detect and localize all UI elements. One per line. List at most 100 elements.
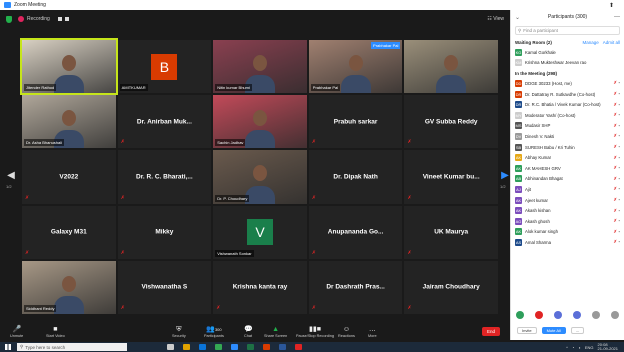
- faster-icon[interactable]: [572, 311, 581, 319]
- more-reactions-icon[interactable]: [591, 311, 600, 319]
- person-body-icon: [436, 75, 467, 94]
- slower-icon[interactable]: [554, 311, 563, 319]
- yes-icon[interactable]: [516, 311, 525, 319]
- participant-tile[interactable]: Prabhakar Pal Prabhakar Pal: [308, 40, 403, 94]
- more-options-button[interactable]: ...: [570, 326, 585, 334]
- participant-tile[interactable]: Dr. Asha Bhanushali: [22, 95, 116, 149]
- view-button[interactable]: ☷ View: [487, 16, 504, 22]
- participant-tile[interactable]: Anupananda Go... ✗: [308, 205, 403, 259]
- participant-row[interactable]: AK Alok kumar singh ✗ ▪: [511, 227, 624, 238]
- muted-mic-icon: ✗: [120, 249, 125, 256]
- participant-row[interactable]: AG Akash ghosh ✗ ▪: [511, 216, 624, 227]
- muted-mic-icon: ✗: [216, 304, 221, 311]
- file-explorer-icon[interactable]: [183, 344, 190, 350]
- security-button[interactable]: ⛨ Security: [172, 326, 186, 338]
- task-view-icon[interactable]: [167, 344, 174, 350]
- stop-recording-icon[interactable]: [64, 17, 69, 21]
- clear-icon[interactable]: [610, 311, 619, 319]
- encryption-shield-icon[interactable]: [6, 15, 12, 23]
- invite-button[interactable]: Invite: [517, 326, 537, 334]
- network-icon[interactable]: ◔: [572, 345, 574, 350]
- participant-row[interactable]: DV Dinesh V. Nakti ✗ ▪: [511, 131, 624, 142]
- volume-icon[interactable]: ◖: [578, 345, 580, 350]
- person-head-icon: [61, 110, 76, 127]
- participant-tile[interactable]: Sachin Jadhav: [213, 95, 307, 149]
- chat-button[interactable]: 💬 Chat: [244, 326, 253, 338]
- participant-row[interactable]: AJ Ajit ✗ ▪: [511, 184, 624, 195]
- participant-tile[interactable]: UK Maurya ✗: [404, 205, 498, 259]
- share-screen-button[interactable]: ▲ Share Screen: [264, 326, 287, 338]
- participant-row[interactable]: KG Kamal Gorkhale: [511, 47, 624, 58]
- participant-row[interactable]: DR Dr. Dattatray R. Sutkavdhe (Co-host) ✗ …: [511, 89, 624, 100]
- participant-tile[interactable]: Nitin kumar Bhumi: [213, 40, 307, 94]
- participant-tile[interactable]: B AMITKUMAR: [117, 40, 212, 94]
- panel-footer: Invite Mute All ...: [511, 324, 624, 336]
- muted-mic-icon: ✗: [613, 122, 618, 128]
- participant-row[interactable]: AS Amal Sharma ✗ ▪: [511, 237, 624, 248]
- participant-row[interactable]: AK AK MAHESH GRV ✗ ▪: [511, 163, 624, 174]
- participant-tile[interactable]: GV Subba Reddy ✗: [404, 95, 498, 149]
- tray-arrow-icon[interactable]: ^: [566, 345, 568, 350]
- participant-row[interactable]: MS Mudasir SHP ✗ ▪: [511, 121, 624, 132]
- participant-tile[interactable]: Dr. Anirban Muk... ✗: [117, 95, 212, 149]
- participant-row[interactable]: DR Dr. R.C. Bhatia / Vivek Kumar (Co-host…: [511, 99, 624, 110]
- participant-row[interactable]: DD DDGE 30233 (Host, me) ✗ ▪: [511, 78, 624, 89]
- participant-tile[interactable]: Siddhant Reddy: [22, 260, 116, 314]
- participant-tile[interactable]: Prabuh sarkar ✗: [308, 95, 403, 149]
- previous-page-arrow-icon[interactable]: ◀: [6, 168, 16, 182]
- participant-tile[interactable]: Jairam Choudhary ✗: [404, 260, 498, 314]
- participant-tile[interactable]: V2022 ✗: [22, 150, 116, 204]
- excel-icon[interactable]: [247, 344, 254, 350]
- participant-name: SURESH Babu / Kri Tuhin: [525, 144, 575, 150]
- minimize-icon[interactable]: —: [614, 14, 620, 20]
- participant-search-input[interactable]: ⚲ Find a participant: [515, 26, 620, 35]
- participant-tile[interactable]: Mikky ✗: [117, 205, 212, 259]
- start-video-button[interactable]: ■ Start Video: [46, 326, 65, 338]
- participants-button[interactable]: 👥300 Participants: [204, 326, 224, 338]
- end-meeting-button[interactable]: End: [482, 327, 500, 336]
- powerpoint-icon[interactable]: [263, 344, 270, 350]
- participant-tile[interactable]: Dr. P. Choudhary: [213, 150, 307, 204]
- participant-tile[interactable]: Dr Dashrath Pras... ✗: [308, 260, 403, 314]
- participant-tile[interactable]: Vineet Kumar bu... ✗: [404, 150, 498, 204]
- taskbar-search-input[interactable]: ⚲ Type here to search: [17, 343, 127, 351]
- zoom-app-icon[interactable]: [231, 344, 238, 350]
- pause-recording-icon[interactable]: [57, 17, 62, 21]
- participant-tile[interactable]: Vishwanatha S ✗: [117, 260, 212, 314]
- participant-row[interactable]: AK Ajeet kumar ✗ ▪: [511, 195, 624, 206]
- participant-tile[interactable]: Krishna kanta ray ✗: [213, 260, 307, 314]
- participant-row[interactable]: SB SURESH Babu / Kri Tuhin ✗ ▪: [511, 142, 624, 153]
- participant-tile[interactable]: Galaxy M31 ✗: [22, 205, 116, 259]
- more-button[interactable]: … More: [368, 326, 377, 338]
- clock[interactable]: 20:08 21-09-2021: [598, 342, 618, 352]
- participant-tile[interactable]: [404, 40, 498, 94]
- reactions-button[interactable]: ☺ Reactions: [338, 326, 355, 338]
- word-icon[interactable]: [279, 344, 286, 350]
- pause-stop-recording-button[interactable]: ▮▮■ Pause/Stop Recording: [296, 326, 334, 338]
- participant-tile[interactable]: Dr. R. C. Bharati,... ✗: [117, 150, 212, 204]
- mute-all-button[interactable]: Mute All: [541, 326, 566, 334]
- edge-browser-icon[interactable]: [199, 344, 206, 350]
- participant-row[interactable]: MY Moderator Yash/ (Co-host) ✗ ▪: [511, 110, 624, 121]
- manage-button[interactable]: Manage: [582, 40, 598, 45]
- admit-all-button[interactable]: Admit all: [603, 40, 620, 45]
- participant-row[interactable]: AK Akash kishan ✗ ▪: [511, 205, 624, 216]
- chrome-icon[interactable]: [215, 344, 222, 350]
- participant-tile[interactable]: V Vishwanath Sonkar: [213, 205, 307, 259]
- unmute-button[interactable]: 🎤 Unmute: [10, 326, 23, 338]
- participant-row[interactable]: AB Abhinandan Bhagat ✗ ▪: [511, 174, 624, 185]
- collapse-chevron-icon[interactable]: ⌄: [515, 14, 520, 21]
- video-off-icon: ▪: [618, 154, 620, 160]
- participant-row[interactable]: KM Krishna Mukteshwar Jeevan rao: [511, 58, 624, 69]
- participant-name: Moderator Yash/ (Co-host): [525, 112, 576, 118]
- participant-tile[interactable]: Jitender Rathod: [20, 37, 118, 96]
- more-dots-icon: …: [368, 326, 376, 333]
- windows-start-icon[interactable]: [5, 344, 11, 350]
- participant-tile[interactable]: Dr. Dipak Nath ✗: [308, 150, 403, 204]
- media-app-icon[interactable]: [295, 344, 302, 350]
- next-page-arrow-icon[interactable]: ▶: [500, 168, 510, 182]
- participant-row[interactable]: AK Abhay Kumar ✗ ▪: [511, 152, 624, 163]
- muted-mic-icon: ✗: [613, 175, 618, 181]
- language-indicator[interactable]: ENG: [585, 345, 594, 350]
- no-icon[interactable]: [535, 311, 544, 319]
